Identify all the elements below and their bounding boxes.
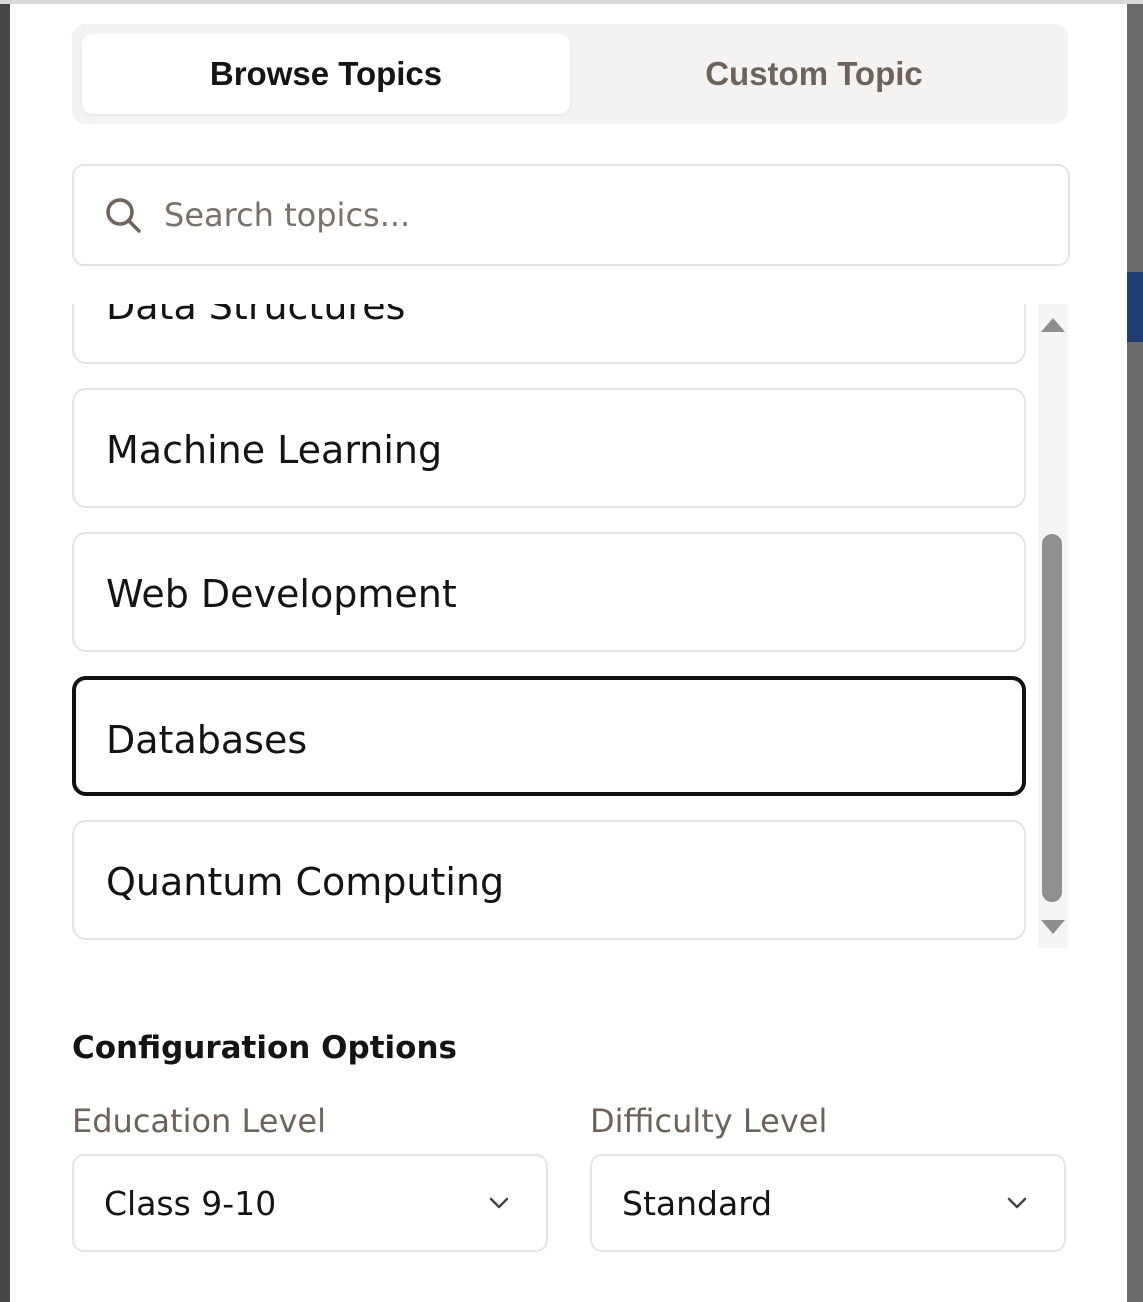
scroll-thumb[interactable]	[1042, 534, 1062, 902]
education-level-select[interactable]: Class 9-10	[72, 1154, 548, 1252]
difficulty-level-select[interactable]: Standard	[590, 1154, 1066, 1252]
topic-item-machine-learning[interactable]: Machine Learning	[72, 388, 1026, 508]
search-icon	[106, 198, 141, 233]
chevron-down-icon	[489, 1197, 509, 1209]
topic-item-quantum-computing[interactable]: Quantum Computing	[72, 820, 1026, 940]
education-level-label: Education Level	[72, 1102, 326, 1140]
backdrop-right	[1127, 0, 1143, 1302]
topic-tabs: Browse Topics Custom Topic	[72, 24, 1068, 124]
difficulty-level-value: Standard	[622, 1184, 773, 1223]
search-box	[72, 164, 1070, 266]
scroll-down-arrow-icon[interactable]	[1041, 920, 1065, 934]
config-section-title: Configuration Options	[72, 1030, 457, 1066]
topic-list: Data Structures Machine Learning Web Dev…	[72, 304, 1068, 948]
difficulty-level-label: Difficulty Level	[590, 1102, 828, 1140]
topic-label: Data Structures	[106, 304, 406, 328]
education-level-value: Class 9-10	[104, 1184, 277, 1223]
search-input[interactable]	[164, 166, 1044, 264]
topic-label: Quantum Computing	[106, 860, 505, 904]
topic-label: Machine Learning	[106, 428, 443, 472]
tab-browse-topics[interactable]: Browse Topics	[82, 34, 570, 114]
chevron-down-icon	[1007, 1197, 1027, 1209]
topic-item-databases[interactable]: Databases	[72, 676, 1026, 796]
tab-custom-topic[interactable]: Custom Topic	[570, 34, 1058, 114]
topic-item-data-structures[interactable]: Data Structures	[72, 304, 1026, 364]
topic-modal: Browse Topics Custom Topic Data Structur…	[10, 4, 1127, 1302]
topic-list-scrollbar[interactable]	[1038, 304, 1068, 948]
topic-item-web-development[interactable]: Web Development	[72, 532, 1026, 652]
topic-label: Web Development	[106, 572, 457, 616]
scroll-up-arrow-icon[interactable]	[1041, 318, 1065, 332]
backdrop-accent	[1127, 272, 1143, 342]
topic-label: Databases	[106, 718, 308, 762]
backdrop-left	[0, 0, 10, 1302]
